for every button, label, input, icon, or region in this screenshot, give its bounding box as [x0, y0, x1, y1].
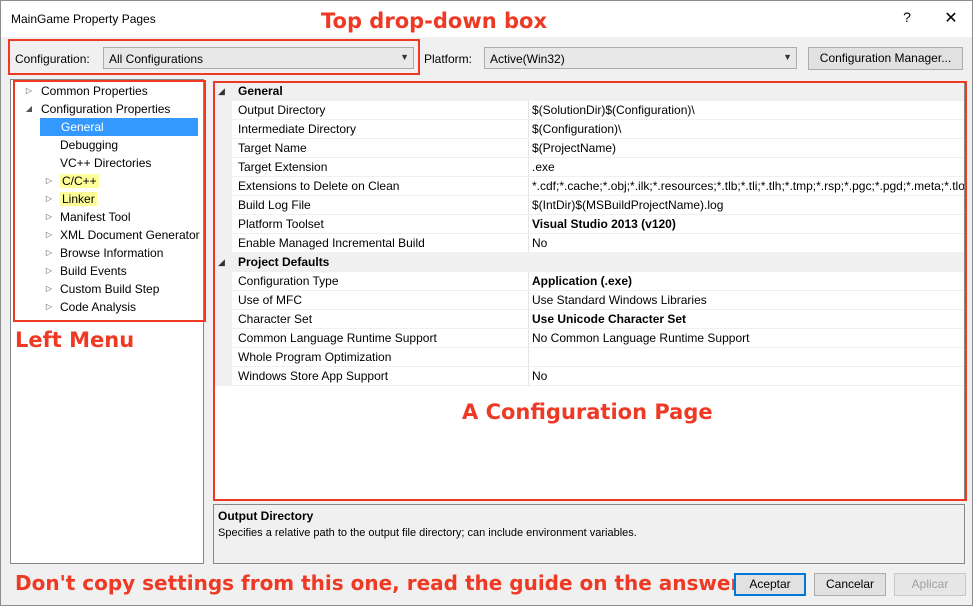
chevron-down-icon: ▼: [783, 52, 792, 62]
annotation-config-page: A Configuration Page: [462, 400, 713, 424]
close-button[interactable]: ✕: [939, 8, 963, 30]
configuration-value: All Configurations: [109, 52, 204, 66]
annotation-top-dropdown: Top drop-down box: [321, 9, 547, 33]
chevron-down-icon: ▼: [400, 52, 409, 62]
window-title: MainGame Property Pages: [11, 12, 156, 26]
cancel-button[interactable]: Cancelar: [814, 573, 886, 596]
accept-button[interactable]: Aceptar: [734, 573, 806, 596]
annotation-left-menu: Left Menu: [15, 328, 135, 352]
help-button[interactable]: ?: [897, 9, 917, 29]
configuration-label: Configuration:: [15, 52, 90, 66]
description-text: Specifies a relative path to the output …: [218, 527, 637, 539]
platform-label: Platform:: [424, 52, 473, 66]
platform-combobox[interactable]: Active(Win32) ▼: [484, 47, 797, 69]
property-pages-dialog: MainGame Property Pages ? ✕ Top drop-dow…: [0, 0, 973, 606]
annotation-bottom: Don't copy settings from this one, read …: [15, 571, 750, 595]
configuration-manager-button[interactable]: Configuration Manager...: [808, 47, 963, 70]
configuration-combobox[interactable]: All Configurations ▼: [103, 47, 414, 69]
annotation-box-left: [13, 80, 206, 322]
description-panel: Output Directory Specifies a relative pa…: [213, 504, 965, 564]
annotation-box-page: [213, 81, 967, 501]
platform-value: Active(Win32): [490, 52, 565, 66]
description-title: Output Directory: [218, 509, 314, 523]
apply-button[interactable]: Aplicar: [894, 573, 966, 596]
